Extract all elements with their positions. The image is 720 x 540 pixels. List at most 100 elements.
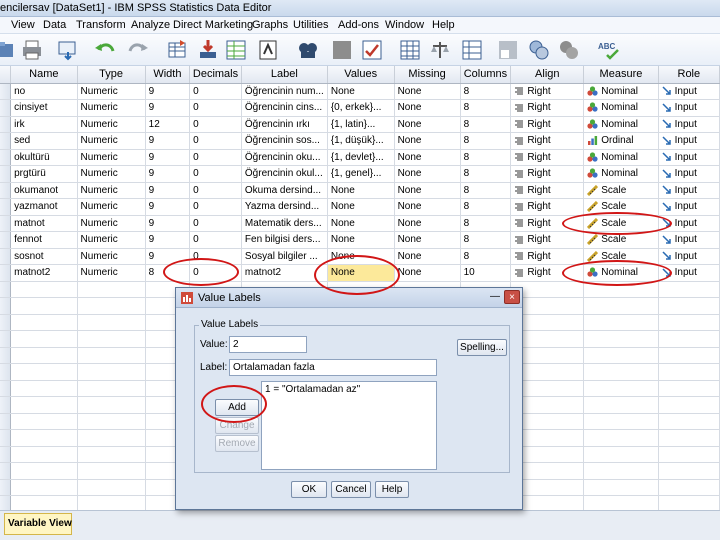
empty-cell[interactable] (10, 446, 78, 463)
cell-values[interactable]: {0, erkek}... (327, 99, 395, 117)
empty-cell[interactable] (583, 281, 659, 298)
empty-cell[interactable] (77, 396, 146, 414)
minimize-icon[interactable]: — (488, 290, 502, 304)
row-header[interactable] (0, 198, 12, 216)
row-header[interactable] (0, 429, 12, 447)
row-header[interactable] (0, 132, 12, 150)
menu-direct-marketing[interactable]: Direct Marketing (173, 19, 253, 31)
cell-align[interactable]: Right (510, 83, 585, 100)
empty-cell[interactable] (658, 330, 720, 348)
remove-button[interactable]: Remove (215, 435, 259, 452)
cell-missing[interactable]: None (394, 83, 461, 100)
empty-cell[interactable] (10, 347, 78, 364)
cell-role[interactable]: Input (658, 132, 720, 150)
help-button[interactable]: Help (375, 481, 409, 498)
row-header[interactable] (0, 479, 12, 496)
value-input[interactable]: 2 (229, 336, 307, 353)
cell-name[interactable]: sosnot (10, 248, 78, 265)
cell-columns[interactable]: 10 (460, 264, 512, 282)
cell-width[interactable]: 9 (145, 231, 191, 249)
cell-measure[interactable]: Nominal (583, 116, 659, 133)
tab-variable-view[interactable]: Variable View (4, 513, 72, 535)
cell-width[interactable]: 9 (145, 149, 191, 166)
empty-cell[interactable] (583, 330, 659, 348)
cell-role[interactable]: Input (658, 83, 720, 100)
cell-role[interactable]: Input (658, 215, 720, 232)
cell-width[interactable]: 9 (145, 182, 191, 199)
cell-type[interactable]: Numeric (77, 99, 146, 117)
menu-transform[interactable]: Transform (76, 19, 126, 31)
row-header[interactable] (0, 462, 12, 480)
empty-cell[interactable] (658, 413, 720, 430)
row-header[interactable] (0, 380, 12, 397)
cell-type[interactable]: Numeric (77, 116, 146, 133)
recall-dialog-icon[interactable] (56, 38, 80, 62)
column-header-width[interactable]: Width (145, 66, 191, 84)
empty-cell[interactable] (77, 297, 146, 315)
row-header[interactable] (0, 248, 12, 265)
empty-cell[interactable] (10, 413, 78, 430)
find-icon[interactable] (256, 38, 280, 62)
redo-icon[interactable] (126, 38, 150, 62)
empty-cell[interactable] (77, 446, 146, 463)
empty-cell[interactable] (77, 479, 146, 496)
spelling-button[interactable]: Spelling... (457, 339, 507, 356)
empty-cell[interactable] (77, 281, 146, 298)
cell-measure[interactable]: Scale (583, 182, 659, 199)
cell-measure[interactable]: Nominal (583, 264, 659, 282)
cell-measure[interactable]: Scale (583, 248, 659, 265)
cell-role[interactable]: Input (658, 198, 720, 216)
empty-cell[interactable] (583, 396, 659, 414)
cell-label[interactable]: Öğrencinin cins... (241, 99, 328, 117)
cell-decimals[interactable]: 0 (189, 231, 242, 249)
column-header-columns[interactable]: Columns (460, 66, 512, 84)
insert-variable-icon[interactable] (330, 38, 354, 62)
row-header[interactable] (0, 413, 12, 430)
empty-cell[interactable] (658, 446, 720, 463)
cell-decimals[interactable]: 0 (189, 215, 242, 232)
cell-width[interactable]: 9 (145, 248, 191, 265)
cell-missing[interactable]: None (394, 132, 461, 150)
cell-name[interactable]: cinsiyet (10, 99, 78, 117)
cell-role[interactable]: Input (658, 116, 720, 133)
cell-align[interactable]: Right (510, 182, 585, 199)
value-labels-list[interactable]: 1 = "Ortalamadan az" (261, 381, 437, 470)
cell-label[interactable]: Okuma dersind... (241, 182, 328, 199)
cell-columns[interactable]: 8 (460, 198, 512, 216)
cell-columns[interactable]: 8 (460, 99, 512, 117)
cell-role[interactable]: Input (658, 149, 720, 166)
cell-measure[interactable]: Nominal (583, 83, 659, 100)
cell-width[interactable]: 9 (145, 198, 191, 216)
cell-type[interactable]: Numeric (77, 182, 146, 199)
cell-type[interactable]: Numeric (77, 215, 146, 232)
cell-values[interactable]: {1, devlet}... (327, 149, 395, 166)
empty-cell[interactable] (77, 413, 146, 430)
row-header[interactable] (0, 116, 12, 133)
cell-columns[interactable]: 8 (460, 182, 512, 199)
column-header-role[interactable]: Role (658, 66, 720, 84)
menu-window[interactable]: Window (385, 19, 424, 31)
cell-decimals[interactable]: 0 (189, 182, 242, 199)
empty-cell[interactable] (658, 347, 720, 364)
undo-icon[interactable] (93, 38, 117, 62)
cell-align[interactable]: Right (510, 132, 585, 150)
row-header[interactable] (0, 281, 12, 298)
row-header[interactable] (0, 446, 12, 463)
ok-button[interactable]: OK (291, 481, 327, 498)
row-header[interactable] (0, 83, 12, 100)
row-header[interactable] (0, 297, 12, 315)
cell-missing[interactable]: None (394, 198, 461, 216)
cell-align[interactable]: Right (510, 215, 585, 232)
cell-role[interactable]: Input (658, 165, 720, 183)
goto-case-icon[interactable] (166, 38, 190, 62)
cell-label[interactable]: Fen bilgisi ders... (241, 231, 328, 249)
column-header-type[interactable]: Type (77, 66, 146, 84)
column-header-missing[interactable]: Missing (394, 66, 461, 84)
cell-decimals[interactable]: 0 (189, 165, 242, 183)
cell-missing[interactable]: None (394, 116, 461, 133)
cell-name[interactable]: matnot2 (10, 264, 78, 282)
print-icon[interactable] (20, 38, 44, 62)
cell-width[interactable]: 9 (145, 83, 191, 100)
cell-name[interactable]: fennot (10, 231, 78, 249)
cell-name[interactable]: matnot (10, 215, 78, 232)
